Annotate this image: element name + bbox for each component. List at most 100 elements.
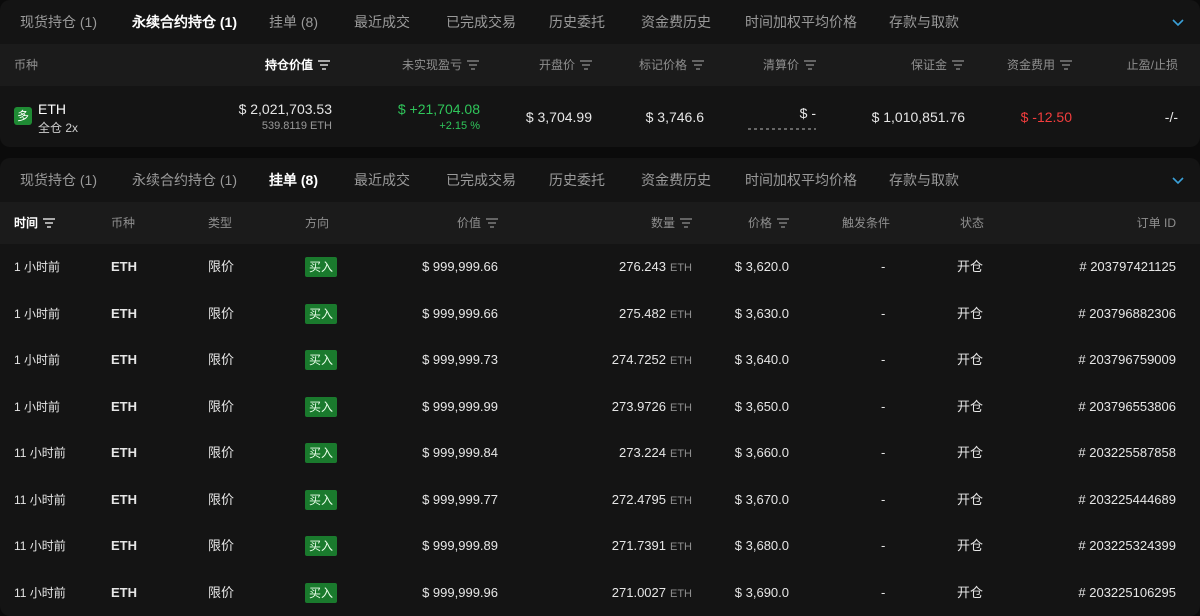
table-row[interactable]: 11 小时前 ETH 限价 买入 $ 999,999.77 272.4795 ETH $ 3,… — [0, 477, 1200, 523]
order-size: 274.7252 ETH — [612, 337, 692, 383]
tab-twap[interactable]: 时间加权平均价格 — [745, 158, 857, 202]
order-id[interactable]: # 203225587858 — [1078, 430, 1176, 476]
tab-open-orders[interactable]: 挂单 (8) — [269, 158, 318, 202]
col-entry-price[interactable]: 开盘价 — [539, 44, 592, 86]
order-id[interactable]: # 203225106295 — [1078, 570, 1176, 616]
order-coin[interactable]: ETH — [111, 477, 137, 523]
table-row[interactable]: 11 小时前 ETH 限价 买入 $ 999,999.84 273.224 ETH $ 3,6… — [0, 430, 1200, 476]
filter-icon[interactable] — [486, 218, 498, 228]
filter-icon[interactable] — [777, 218, 789, 228]
order-value: $ 999,999.66 — [422, 259, 498, 274]
table-row[interactable]: 1 小时前 ETH 限价 买入 $ 999,999.99 273.9726 ETH $ 3,6… — [0, 384, 1200, 430]
chevron-down-icon[interactable] — [1170, 172, 1186, 188]
col-time[interactable]: 时间 — [14, 202, 56, 244]
position-pnl-percent: +2.15 % — [439, 120, 480, 132]
buy-direction-badge: 买入 — [305, 489, 337, 510]
order-value: $ 999,999.84 — [422, 445, 498, 460]
tab-spot-holdings[interactable]: 现货持仓 (1) — [20, 158, 97, 202]
order-id[interactable]: # 203796553806 — [1078, 384, 1176, 430]
table-row[interactable]: 11 小时前 ETH 限价 买入 $ 999,999.89 271.7391 ETH $ 3,… — [0, 523, 1200, 569]
tab-perp-positions[interactable]: 永续合约持仓 (1) — [132, 0, 237, 44]
filter-icon[interactable] — [680, 218, 692, 228]
tab-open-orders[interactable]: 挂单 (8) — [269, 0, 318, 44]
col-unrealized-pnl[interactable]: 未实现盈亏 — [402, 44, 479, 86]
col-type[interactable]: 类型 — [208, 202, 232, 244]
col-funding[interactable]: 资金费用 — [1007, 44, 1072, 86]
tab-perp-positions[interactable]: 永续合约持仓 (1) — [132, 158, 237, 202]
table-row[interactable]: 1 小时前 ETH 限价 买入 $ 999,999.66 275.482 ETH $ 3,63… — [0, 291, 1200, 337]
position-size: 539.8119 ETH — [261, 120, 332, 132]
buy-direction-badge: 买入 — [305, 443, 337, 463]
tab-deposits-withdrawals[interactable]: 存款与取款 — [889, 158, 959, 202]
tab-order-history[interactable]: 历史委托 — [549, 158, 605, 202]
col-direction[interactable]: 方向 — [305, 202, 329, 244]
table-row[interactable]: 1 小时前 ETH 限价 买入 $ 999,999.66 276.243 ETH $ 3,62… — [0, 244, 1200, 290]
position-tp-sl[interactable]: -/- — [1165, 109, 1178, 125]
order-id[interactable]: # 203225324399 — [1078, 523, 1176, 569]
col-margin[interactable]: 保证金 — [911, 44, 964, 86]
tab-completed-trades[interactable]: 已完成交易 — [446, 158, 516, 202]
order-size-amount: 274.7252 — [611, 352, 666, 367]
filter-icon[interactable] — [1060, 60, 1072, 70]
tab-deposits-withdrawals[interactable]: 存款与取款 — [889, 0, 959, 44]
filter-icon[interactable] — [318, 60, 330, 70]
filter-icon[interactable] — [692, 60, 704, 70]
filter-icon[interactable] — [467, 60, 479, 70]
order-coin[interactable]: ETH — [111, 244, 137, 290]
order-size-unit: ETH — [670, 401, 692, 414]
orders-tab-bar: 现货持仓 (1) 永续合约持仓 (1) 挂单 (8) 最近成交 已完成交易 历史… — [0, 158, 1200, 202]
tab-order-history[interactable]: 历史委托 — [549, 0, 605, 44]
tab-twap[interactable]: 时间加权平均价格 — [745, 0, 857, 44]
order-type: 限价 — [208, 398, 235, 414]
order-coin[interactable]: ETH — [111, 337, 137, 383]
table-row[interactable]: 1 小时前 ETH 限价 买入 $ 999,999.73 274.7252 ETH $ 3,6… — [0, 337, 1200, 383]
order-size-amount: 275.482 — [619, 305, 666, 321]
order-coin[interactable]: ETH — [111, 430, 137, 476]
tab-recent-trades[interactable]: 最近成交 — [354, 158, 410, 202]
position-coin[interactable]: ETH — [38, 101, 66, 117]
filter-icon[interactable] — [804, 60, 816, 70]
position-leverage[interactable]: 全仓 2x — [38, 119, 78, 136]
col-position-value[interactable]: 持仓价值 — [265, 44, 330, 86]
order-trigger: - — [881, 259, 886, 274]
order-coin[interactable]: ETH — [111, 523, 137, 569]
col-liquidation-price[interactable]: 清算价 — [763, 44, 816, 86]
filter-icon[interactable] — [580, 60, 592, 70]
tab-funding-history[interactable]: 资金费历史 — [641, 0, 711, 44]
tab-spot-holdings[interactable]: 现货持仓 (1) — [20, 0, 97, 44]
order-id[interactable]: # 203796759009 — [1078, 337, 1176, 383]
col-tp-sl: 止盈/止损 — [1126, 58, 1178, 72]
order-size-amount: 271.0027 — [611, 584, 666, 600]
filter-icon[interactable] — [43, 218, 56, 228]
order-id[interactable]: # 203225444689 — [1078, 477, 1176, 523]
order-type: 限价 — [208, 259, 235, 274]
order-time: 11 小时前 — [14, 446, 66, 460]
order-coin[interactable]: ETH — [111, 384, 137, 430]
col-mark-price[interactable]: 标记价格 — [639, 44, 704, 86]
order-size: 271.0027 ETH — [612, 570, 692, 616]
order-trigger: - — [881, 445, 886, 460]
col-coin[interactable]: 币种 — [111, 202, 135, 244]
order-size-unit: ETH — [670, 541, 692, 553]
order-id[interactable]: # 203796882306 — [1078, 291, 1176, 337]
positions-header-row: 币种 持仓价值 未实现盈亏 开盘价 标记价格 清算价 保证金 资金费用 止盈/止… — [0, 44, 1200, 86]
col-value[interactable]: 价值 — [457, 202, 498, 244]
col-trigger: 触发条件 — [842, 216, 891, 230]
col-size[interactable]: 数量 — [651, 202, 692, 244]
order-coin[interactable]: ETH — [111, 570, 137, 616]
col-coin[interactable]: 币种 — [14, 44, 38, 86]
position-row[interactable]: 多 ETH 全仓 2x $ 2,021,703.53 539.8119 ETH … — [0, 86, 1200, 147]
buy-direction-badge: 买入 — [305, 257, 337, 277]
order-size-unit: ETH — [670, 448, 692, 460]
order-id[interactable]: # 203797421125 — [1079, 244, 1176, 290]
table-row[interactable]: 11 小时前 ETH 限价 买入 $ 999,999.96 271.0027 ETH $ 3,… — [0, 570, 1200, 616]
tab-funding-history[interactable]: 资金费历史 — [641, 158, 711, 202]
tab-completed-trades[interactable]: 已完成交易 — [446, 0, 516, 44]
col-price[interactable]: 价格 — [748, 202, 789, 244]
chevron-down-icon[interactable] — [1170, 14, 1186, 30]
order-status: 开仓 — [957, 398, 984, 414]
order-trigger: - — [881, 491, 886, 507]
tab-recent-trades[interactable]: 最近成交 — [354, 0, 410, 44]
filter-icon[interactable] — [952, 60, 964, 70]
order-coin[interactable]: ETH — [111, 291, 137, 337]
